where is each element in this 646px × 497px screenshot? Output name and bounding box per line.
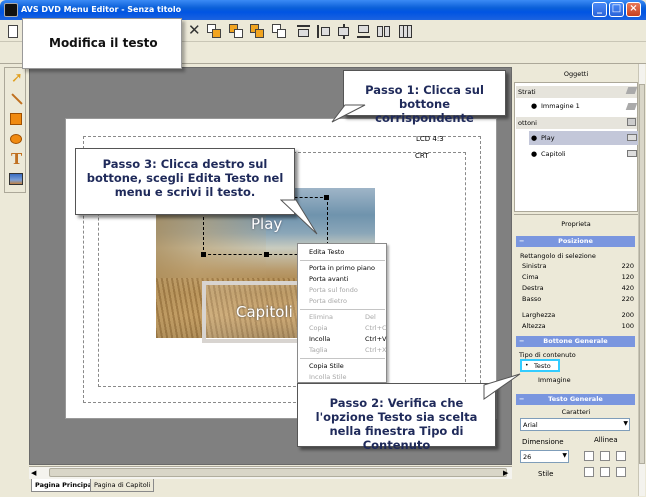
line-tool-icon[interactable] [7, 90, 24, 107]
chapters-button-label: Capitoli [236, 303, 293, 321]
layer-item[interactable]: ● Immagine 1 [529, 99, 639, 113]
close-button[interactable]: × [626, 2, 641, 17]
send-backward-icon[interactable] [248, 22, 266, 40]
scroll-left-icon[interactable]: ◀ [31, 469, 36, 477]
image-tool-icon[interactable] [7, 170, 24, 187]
align-center-icon[interactable] [600, 451, 610, 461]
context-menu: Edita Testo Porta in primo piano Porta a… [297, 243, 387, 383]
bring-to-front-icon[interactable] [227, 22, 245, 40]
rectangle-tool-icon[interactable] [7, 110, 24, 127]
play-button-label: Play [251, 215, 283, 233]
callout-step-3-pointer [280, 199, 318, 235]
window-title: AVS DVD Menu Editor - Senza titolo [21, 5, 182, 14]
scroll-right-icon[interactable]: ▶ [503, 469, 508, 477]
font-select[interactable]: Arial ▼ [520, 418, 630, 431]
tool-palette: ➚ T [4, 67, 26, 193]
style-buttons[interactable] [520, 484, 630, 494]
crt-label: CRT [415, 152, 429, 160]
ellipse-tool-icon[interactable] [7, 130, 24, 147]
buttons-group[interactable]: ottoni [516, 117, 637, 129]
align-center-icon[interactable] [334, 22, 352, 40]
maximize-button[interactable]: □ [609, 2, 624, 17]
content-type-label: Tipo di contenuto [519, 351, 576, 359]
send-to-back-icon[interactable] [270, 22, 288, 40]
valign-bottom-icon[interactable] [616, 467, 626, 477]
button-item-play[interactable]: ● Play [529, 131, 639, 145]
distribute-icon[interactable] [374, 22, 392, 40]
menu-item-send-to-back[interactable]: Porta sul fondo [309, 286, 358, 294]
height-row: Altezza 100 [522, 322, 634, 330]
bring-forward-icon[interactable] [205, 22, 223, 40]
width-row: Larghezza 200 [522, 311, 634, 319]
valign-top-icon[interactable] [584, 467, 594, 477]
align-left-icon[interactable] [314, 22, 332, 40]
bottom-row: Basso 220 [522, 295, 634, 303]
right-panel: Oggetti Strati ● Immagine 1 ottoni ● Play … [514, 64, 645, 496]
tab-chapters-page[interactable]: Pagina di Capitoli [90, 479, 155, 492]
app-icon [4, 3, 18, 17]
layers-group[interactable]: Strati [516, 86, 637, 98]
general-text-section-header[interactable]: − Testo Generale [516, 394, 635, 405]
callout-step-1-pointer [331, 104, 366, 123]
right-panel-scrollbar[interactable] [638, 64, 645, 496]
align-bottom-icon[interactable] [354, 22, 372, 40]
objects-tree: Strati ● Immagine 1 ottoni ● Play ● Capitol… [514, 82, 639, 212]
callout-step-2-pointer [483, 373, 521, 400]
right-scroll-thumb[interactable] [639, 84, 645, 464]
menu-item-bring-to-front[interactable]: Porta in primo piano [309, 264, 375, 272]
align-label: Allinea [594, 436, 618, 444]
general-button-section-header[interactable]: − Bottone Generale [516, 336, 635, 347]
objects-header: Oggetti [563, 70, 589, 78]
image-option-label[interactable]: Immagine [538, 376, 646, 384]
chars-label: Caratteri [561, 408, 591, 416]
top-row: Cima 120 [522, 273, 634, 281]
position-section-header[interactable]: − Posizione [516, 236, 635, 247]
style-label: Stile [538, 470, 554, 478]
horizontal-scrollbar[interactable]: ◀ ▶ [29, 466, 512, 479]
menu-item-edit-text[interactable]: Edita Testo [309, 248, 344, 256]
callout-step-3: Passo 3: Clicca destro sul bottone, sceg… [75, 148, 295, 215]
menu-item-cut[interactable]: Taglia Ctrl+X [309, 346, 386, 354]
button-item-chapters[interactable]: ● Capitoli [529, 147, 639, 161]
arrow-select-icon[interactable]: ➚ [7, 70, 24, 87]
size-select[interactable]: 26 ▼ [520, 450, 569, 463]
properties-header: Proprieta [561, 220, 591, 228]
left-row: Sinistra 220 [522, 262, 634, 270]
text-option-label: Testo [534, 362, 551, 370]
right-row: Destra 420 [522, 284, 634, 292]
menu-item-copy[interactable]: Copia Ctrl+C [309, 324, 387, 332]
valign-middle-icon[interactable] [600, 467, 610, 477]
menu-item-send-backward[interactable]: Porta dietro [309, 297, 347, 305]
lcd-label: LCD 4:3 [416, 135, 444, 143]
align-top-icon[interactable] [294, 22, 312, 40]
callout-edit-text: Modifica il testo [22, 18, 182, 69]
new-icon[interactable] [4, 22, 22, 40]
align-left-icon[interactable] [584, 451, 594, 461]
title-bar: AVS DVD Menu Editor - Senza titolo _ □ × [0, 0, 646, 20]
align-right-icon[interactable] [616, 451, 626, 461]
menu-item-bring-forward[interactable]: Porta avanti [309, 275, 348, 283]
minimize-button[interactable]: _ [592, 2, 607, 17]
callout-step-2: Passo 2: Verifica che l'opzione Testo si… [297, 383, 496, 452]
scroll-thumb[interactable] [49, 468, 507, 477]
buttons-icon [627, 118, 636, 126]
size-label: Dimensione [522, 438, 564, 446]
text-option-highlight[interactable]: • Testo [520, 359, 560, 372]
text-tool-icon[interactable]: T [7, 150, 24, 168]
selection-rect-label: Rettangolo di selezione [520, 252, 596, 260]
delete-icon[interactable]: ✕ [185, 22, 203, 40]
grid-icon[interactable] [396, 22, 414, 40]
menu-item-paste[interactable]: Incolla Ctrl+V [309, 335, 386, 343]
menu-item-delete[interactable]: Elimina Del [309, 313, 376, 321]
menu-item-copy-style[interactable]: Copia Stile [309, 362, 344, 370]
page-tabs: Pagina Principale Pagina di Capitoli [29, 479, 512, 493]
menu-item-paste-style[interactable]: Incolla Stile [309, 373, 347, 381]
